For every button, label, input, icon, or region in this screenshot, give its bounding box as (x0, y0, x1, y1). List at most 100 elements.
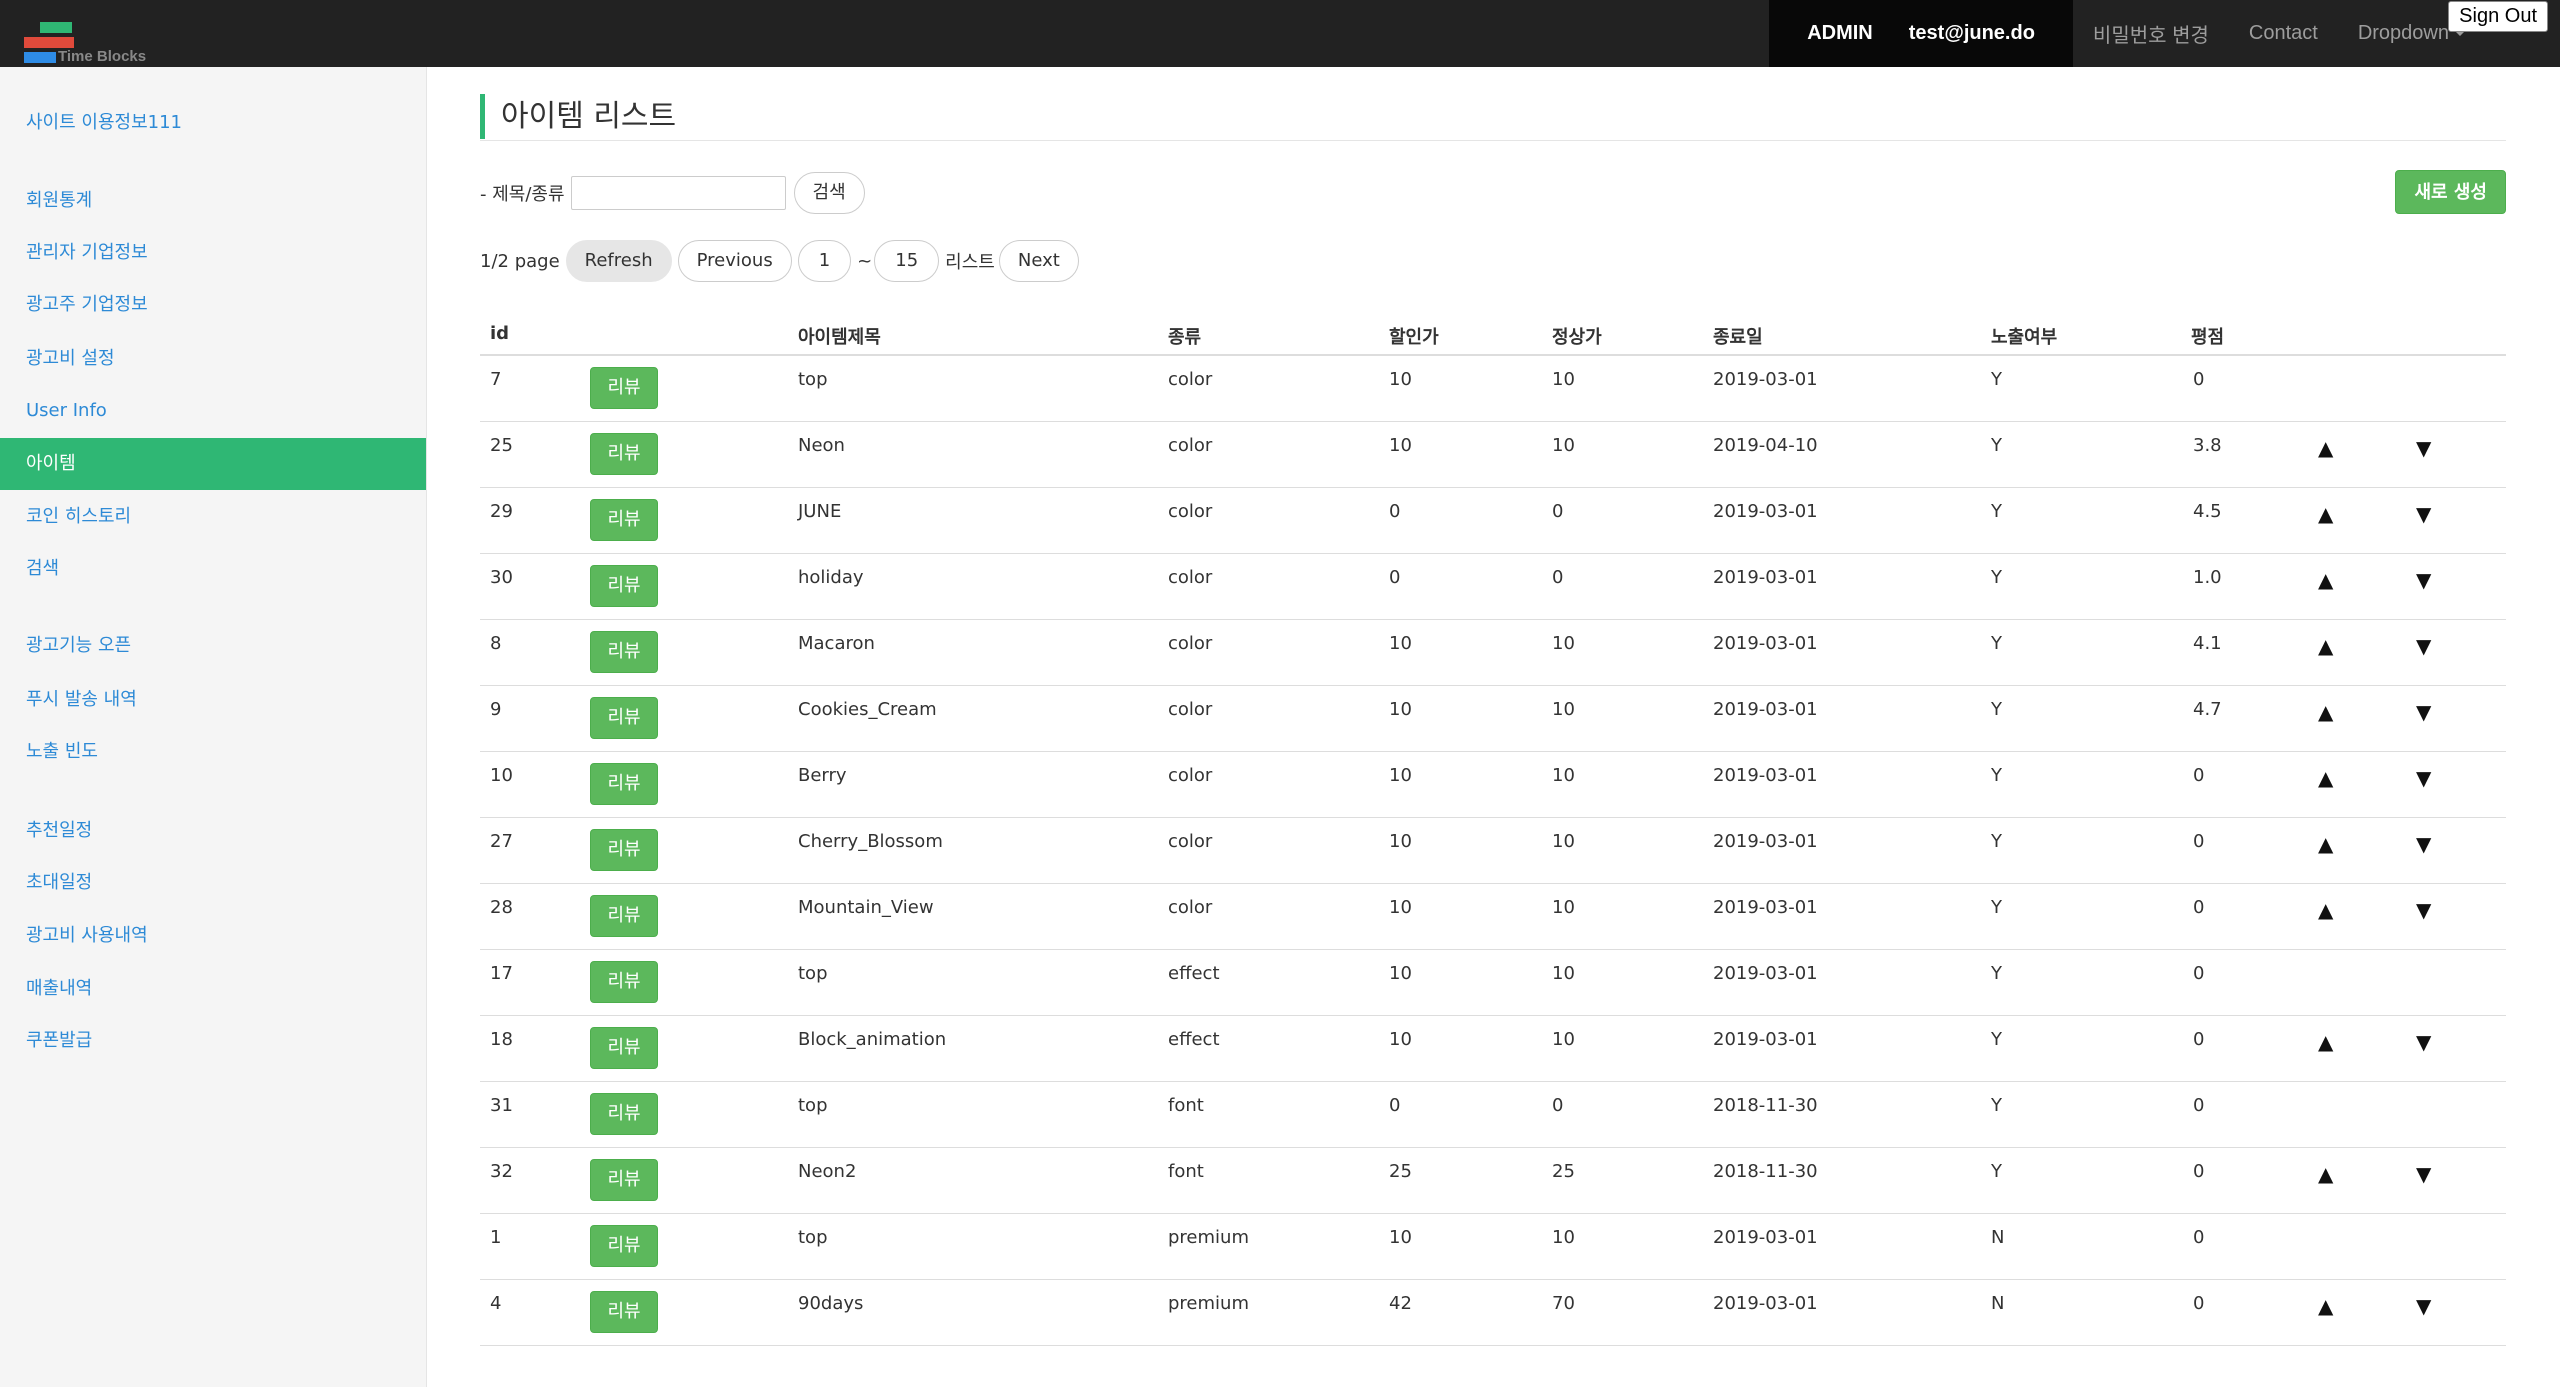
sidebar-item[interactable]: 추천일정 (0, 805, 426, 857)
nav-contact[interactable]: Contact (2249, 22, 2318, 45)
cell-end-date: 2019-03-01 (1713, 633, 1818, 654)
search-button[interactable]: 검색 (793, 172, 865, 214)
header-end-date[interactable]: 종료일 (1713, 323, 1763, 349)
review-button[interactable]: 리뷰 (590, 895, 658, 937)
sidebar-item[interactable]: 광고주 기업정보 (0, 279, 426, 331)
review-button[interactable]: 리뷰 (590, 367, 658, 409)
search-input[interactable] (570, 176, 786, 210)
move-up-icon[interactable]: ▲ (2318, 634, 2333, 658)
range-to-button[interactable]: 15 (874, 240, 940, 282)
review-button[interactable]: 리뷰 (590, 1291, 658, 1333)
move-down-icon[interactable]: ▼ (2416, 766, 2431, 790)
previous-button[interactable]: Previous (677, 240, 792, 282)
header-title[interactable]: 아이템제목 (798, 323, 881, 349)
cell-type: color (1168, 699, 1213, 720)
range-from-button[interactable]: 1 (797, 240, 852, 282)
logo-red-block (24, 37, 74, 48)
cell-visibility: Y (1991, 435, 2002, 456)
header-type[interactable]: 종류 (1168, 323, 1201, 349)
list-label: 리스트 (945, 252, 995, 273)
move-down-icon[interactable]: ▼ (2416, 1162, 2431, 1186)
sidebar-item[interactable]: 아이템 (0, 438, 426, 490)
cell-id: 30 (490, 567, 513, 588)
move-down-icon[interactable]: ▼ (2416, 832, 2431, 856)
cell-rating: 1.0 (2193, 567, 2222, 588)
sidebar-item[interactable]: 쿠폰발급 (0, 1015, 426, 1067)
review-button[interactable]: 리뷰 (590, 433, 658, 475)
move-up-icon[interactable]: ▲ (2318, 898, 2333, 922)
move-down-icon[interactable]: ▼ (2416, 700, 2431, 724)
header-rating[interactable]: 평점 (2191, 323, 2224, 349)
sidebar-item[interactable]: 사이트 이용정보111 (0, 97, 426, 149)
sidebar-item[interactable]: 푸시 발송 내역 (0, 674, 426, 726)
move-up-icon[interactable]: ▲ (2318, 766, 2333, 790)
sidebar-item[interactable]: 광고비 사용내역 (0, 910, 426, 962)
cell-regular-price: 10 (1552, 963, 1575, 984)
cell-visibility: Y (1991, 831, 2002, 852)
range-tilde: ~ (857, 250, 873, 272)
move-up-icon[interactable]: ▲ (2318, 832, 2333, 856)
move-down-icon[interactable]: ▼ (2416, 502, 2431, 526)
search-label: - 제목/종류 (480, 184, 565, 205)
nav-change-password[interactable]: 비밀번호 변경 (2093, 19, 2209, 48)
move-up-icon[interactable]: ▲ (2318, 1030, 2333, 1054)
sidebar-item[interactable]: 회원통계 (0, 175, 426, 227)
cell-type: effect (1168, 963, 1220, 984)
navbar-right: ADMIN test@june.do 비밀번호 변경 Contact Dropd… (1769, 0, 2560, 67)
table-row: 10 Berry color 10 10 2019-03-01 Y 0 리뷰 ▲ ▼ (480, 752, 2506, 818)
sidebar-item[interactable]: 코인 히스토리 (0, 491, 426, 543)
move-down-icon[interactable]: ▼ (2416, 898, 2431, 922)
next-button[interactable]: Next (998, 240, 1079, 282)
create-new-button[interactable]: 새로 생성 (2395, 170, 2506, 214)
cell-end-date: 2019-03-01 (1713, 699, 1818, 720)
cell-sale-price: 10 (1389, 897, 1412, 918)
sidebar-item[interactable]: 광고비 설정 (0, 333, 426, 385)
header-id[interactable]: id (490, 323, 509, 344)
move-down-icon[interactable]: ▼ (2416, 1294, 2431, 1318)
sidebar-item[interactable]: User Info (0, 385, 426, 437)
cell-title: top (798, 369, 828, 390)
review-button[interactable]: 리뷰 (590, 1093, 658, 1135)
sign-out-button[interactable]: Sign Out (2448, 1, 2548, 32)
review-button[interactable]: 리뷰 (590, 1225, 658, 1267)
review-button[interactable]: 리뷰 (590, 1027, 658, 1069)
header-visibility[interactable]: 노출여부 (1991, 323, 2057, 349)
review-button[interactable]: 리뷰 (590, 631, 658, 673)
review-button[interactable]: 리뷰 (590, 961, 658, 1003)
review-button[interactable]: 리뷰 (590, 697, 658, 739)
nav-admin[interactable]: ADMIN (1807, 22, 1873, 45)
move-down-icon[interactable]: ▼ (2416, 634, 2431, 658)
review-button[interactable]: 리뷰 (590, 1159, 658, 1201)
move-up-icon[interactable]: ▲ (2318, 436, 2333, 460)
nav-email[interactable]: test@june.do (1909, 22, 2035, 45)
move-up-icon[interactable]: ▲ (2318, 502, 2333, 526)
refresh-button[interactable]: Refresh (565, 240, 672, 282)
sidebar-item[interactable]: 초대일정 (0, 857, 426, 909)
sidebar-item[interactable]: 관리자 기업정보 (0, 227, 426, 279)
review-button[interactable]: 리뷰 (590, 565, 658, 607)
app-logo[interactable]: Time Blocks (22, 20, 162, 67)
move-up-icon[interactable]: ▲ (2318, 1162, 2333, 1186)
review-button[interactable]: 리뷰 (590, 499, 658, 541)
sidebar-item[interactable]: 광고기능 오픈 (0, 620, 426, 672)
table-row: 17 top effect 10 10 2019-03-01 Y 0 리뷰 (480, 950, 2506, 1016)
header-sale-price[interactable]: 할인가 (1389, 323, 1439, 349)
items-table: id 아이템제목 종류 할인가 정상가 종료일 노출여부 평점 7 top colo… (480, 311, 2506, 1346)
sidebar-item[interactable]: 매출내역 (0, 963, 426, 1015)
move-up-icon[interactable]: ▲ (2318, 1294, 2333, 1318)
sidebar-item[interactable]: 검색 (0, 543, 426, 595)
move-up-icon[interactable]: ▲ (2318, 568, 2333, 592)
move-up-icon[interactable]: ▲ (2318, 700, 2333, 724)
cell-end-date: 2019-03-01 (1713, 963, 1818, 984)
header-regular-price[interactable]: 정상가 (1552, 323, 1602, 349)
sidebar-item[interactable]: 노출 빈도 (0, 726, 426, 778)
review-button[interactable]: 리뷰 (590, 763, 658, 805)
cell-regular-price: 10 (1552, 1227, 1575, 1248)
move-down-icon[interactable]: ▼ (2416, 1030, 2431, 1054)
cell-title: top (798, 963, 828, 984)
logo-text: Time Blocks (58, 48, 147, 65)
review-button[interactable]: 리뷰 (590, 829, 658, 871)
cell-sale-price: 10 (1389, 633, 1412, 654)
move-down-icon[interactable]: ▼ (2416, 568, 2431, 592)
move-down-icon[interactable]: ▼ (2416, 436, 2431, 460)
